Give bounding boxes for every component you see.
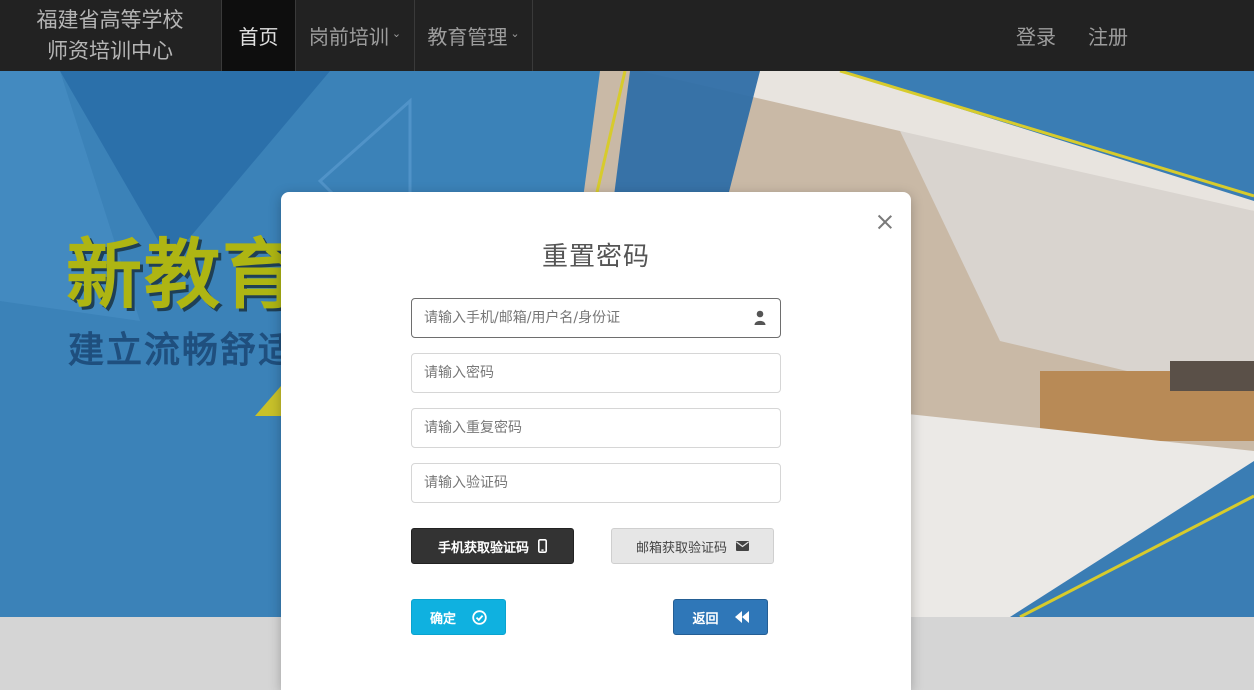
phone-code-button[interactable]: 手机获取验证码 <box>411 528 574 564</box>
nav-management-dropdown[interactable]: 教育管理 ⌄ <box>414 0 533 71</box>
backward-icon <box>734 611 749 623</box>
register-label: 注册 <box>1088 25 1128 49</box>
email-code-label: 邮箱获取验证码 <box>635 540 727 556</box>
chevron-down-icon: ⌄ <box>391 27 402 40</box>
brand-line-1: 福建省高等学校 <box>36 7 184 32</box>
close-icon[interactable] <box>875 212 895 232</box>
brand-line-2: 师资培训中心 <box>47 38 173 63</box>
phone-code-label: 手机获取验证码 <box>437 540 529 556</box>
chevron-down-icon: ⌄ <box>510 27 520 40</box>
nav-training-label: 岗前培训 <box>308 25 389 49</box>
repeat-password-input[interactable] <box>412 409 780 447</box>
login-label: 登录 <box>1016 25 1056 49</box>
account-field <box>411 298 781 338</box>
verification-code-input[interactable] <box>412 464 780 502</box>
mobile-icon <box>538 539 547 553</box>
register-link[interactable]: 注册 <box>1072 0 1144 71</box>
reset-password-modal: 重置密码 手机获取验证码 邮箱获取验证码 <box>281 192 911 690</box>
back-button[interactable]: 返回 <box>673 599 768 635</box>
password-field <box>411 353 781 393</box>
user-icon <box>754 310 766 325</box>
confirm-label: 确定 <box>429 611 456 627</box>
email-code-button[interactable]: 邮箱获取验证码 <box>611 528 774 564</box>
password-input[interactable] <box>412 354 780 392</box>
nav-home-label: 首页 <box>238 25 279 49</box>
page: 福建省高等学校 师资培训中心 首页 岗前培训 ⌄ 教育管理 ⌄ 登录 注册 新教… <box>0 0 1254 690</box>
confirm-button[interactable]: 确定 <box>411 599 506 635</box>
site-brand[interactable]: 福建省高等学校 师资培训中心 <box>0 0 220 71</box>
account-input[interactable] <box>412 299 780 337</box>
verification-code-field <box>411 463 781 503</box>
check-circle-icon <box>472 609 487 625</box>
top-navbar: 福建省高等学校 师资培训中心 首页 岗前培训 ⌄ 教育管理 ⌄ 登录 注册 <box>0 0 1254 71</box>
hero-subtitle: 建立流畅舒适 <box>68 330 297 371</box>
envelope-icon <box>736 541 749 551</box>
modal-title: 重置密码 <box>541 242 650 272</box>
nav-home[interactable]: 首页 <box>221 0 295 71</box>
login-link[interactable]: 登录 <box>1000 0 1072 71</box>
nav-management-label: 教育管理 <box>427 25 508 49</box>
nav-training-dropdown[interactable]: 岗前培训 ⌄ <box>295 0 414 71</box>
back-label: 返回 <box>692 611 719 627</box>
repeat-password-field <box>411 408 781 448</box>
hero-title: 新教育 <box>66 230 300 319</box>
